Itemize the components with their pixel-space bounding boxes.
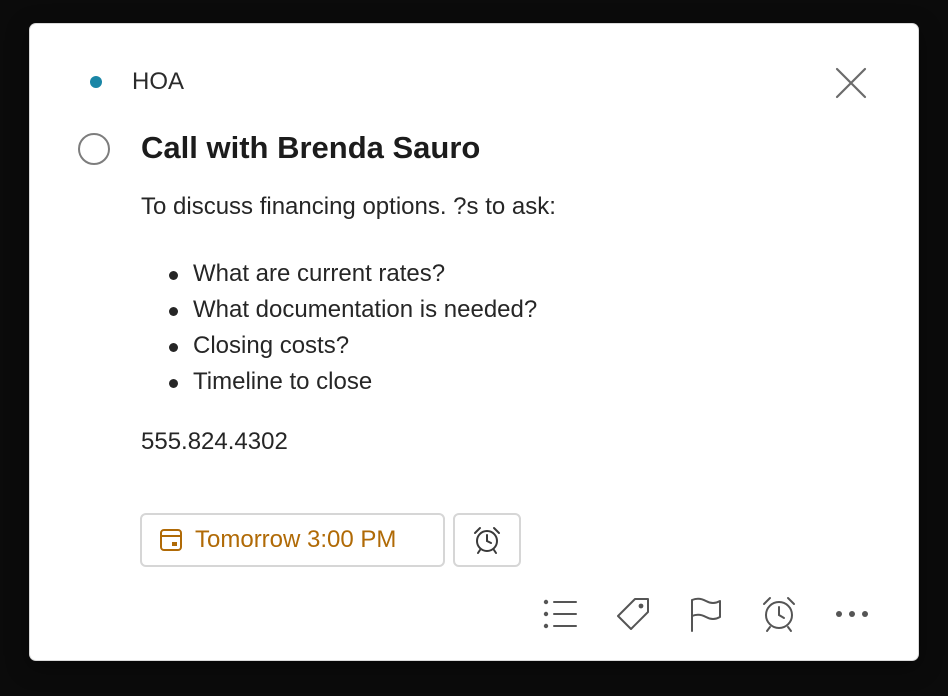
task-title[interactable]: Call with Brenda Sauro — [141, 130, 480, 166]
alarm-clock-icon — [474, 527, 500, 554]
calendar-icon — [160, 529, 182, 551]
flag-icon — [691, 597, 721, 632]
notes-bullet-list: What are current rates? What documentati… — [141, 256, 537, 400]
list-item[interactable]: What are current rates? — [141, 256, 537, 292]
close-icon — [835, 67, 867, 99]
notes-intro[interactable]: To discuss financing options. ?s to ask: — [141, 193, 556, 221]
reminder-button[interactable] — [759, 594, 799, 634]
list-item[interactable]: What documentation is needed? — [141, 292, 537, 328]
tag-icon — [617, 598, 649, 630]
reminder-chip[interactable] — [453, 513, 521, 567]
alarm-clock-icon — [763, 597, 795, 632]
due-date-chip[interactable]: Tomorrow 3:00 PM — [140, 513, 445, 567]
task-popover: HOA Call with Brenda Sauro To discuss fi… — [30, 24, 918, 660]
flag-button[interactable] — [686, 594, 726, 634]
phone-number[interactable]: 555.824.4302 — [141, 428, 288, 456]
more-icon — [836, 611, 868, 617]
list-color-dot — [90, 76, 102, 88]
more-button[interactable] — [832, 594, 872, 634]
list-item[interactable]: Closing costs? — [141, 328, 537, 364]
list-indicator[interactable]: HOA — [90, 68, 184, 96]
checklist-icon — [543, 599, 577, 629]
tag-button[interactable] — [613, 594, 653, 634]
list-item[interactable]: Timeline to close — [141, 364, 537, 400]
complete-checkbox[interactable] — [78, 133, 110, 165]
list-name: HOA — [132, 68, 185, 95]
checklist-button[interactable] — [540, 594, 580, 634]
due-date-label: Tomorrow 3:00 PM — [195, 526, 397, 553]
task-toolbar — [540, 594, 872, 634]
close-button[interactable] — [834, 66, 868, 100]
